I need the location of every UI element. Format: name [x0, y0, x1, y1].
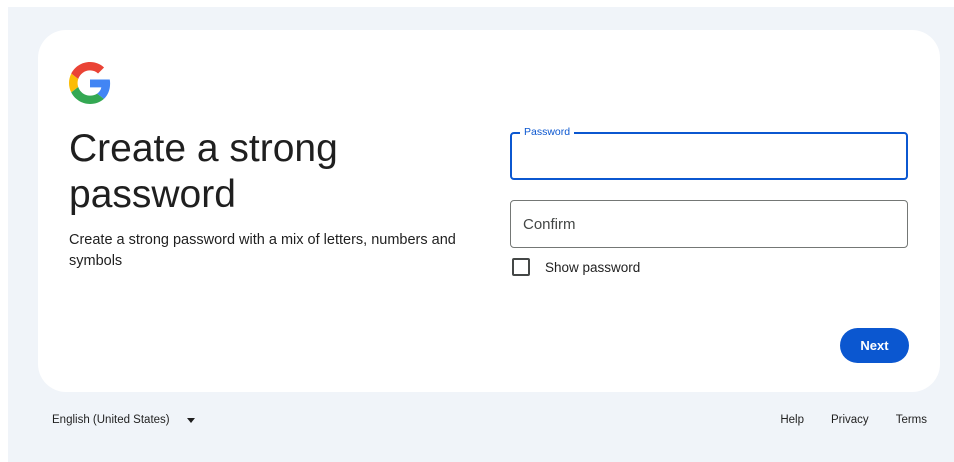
show-password-label[interactable]: Show password [545, 260, 640, 275]
google-logo-icon [69, 62, 111, 104]
show-password-row[interactable]: Show password [512, 258, 640, 276]
footer-links: Help Privacy Terms [753, 414, 927, 426]
next-button[interactable]: Next [840, 328, 909, 363]
language-selector[interactable]: English (United States) [52, 414, 195, 426]
confirm-field[interactable] [510, 200, 908, 248]
page-subtitle: Create a strong password with a mix of l… [69, 232, 456, 269]
terms-link[interactable]: Terms [896, 414, 927, 426]
caret-down-icon [186, 417, 195, 423]
show-password-checkbox[interactable] [512, 258, 530, 276]
password-field[interactable]: Password [510, 126, 908, 180]
password-input[interactable] [512, 134, 906, 178]
signup-card: Create a strong password Create a strong… [38, 30, 940, 392]
password-label: Password [520, 126, 575, 139]
help-link[interactable]: Help [780, 414, 804, 426]
language-label: English (United States) [52, 414, 170, 426]
page-title: Create a strong password [69, 127, 338, 216]
privacy-link[interactable]: Privacy [831, 414, 869, 426]
confirm-input[interactable] [511, 201, 907, 247]
